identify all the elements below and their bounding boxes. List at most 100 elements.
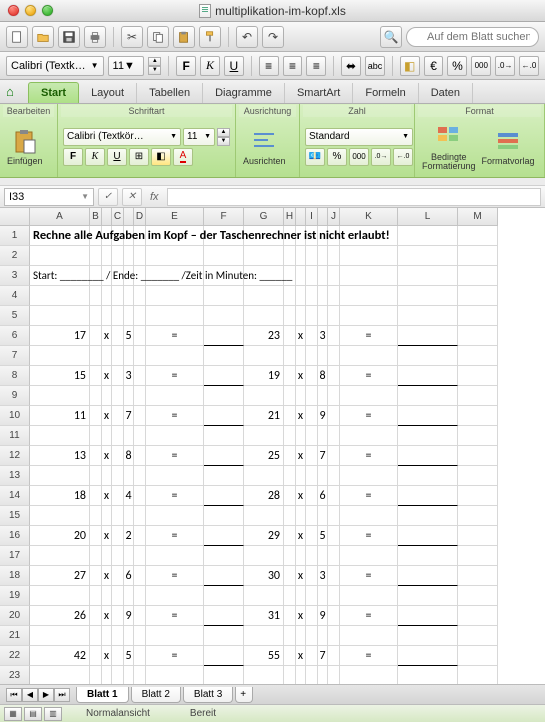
cell[interactable]	[318, 346, 328, 366]
cell[interactable]: 26	[30, 606, 90, 626]
tab-layout[interactable]: Layout	[79, 83, 137, 103]
cell[interactable]	[90, 466, 102, 486]
cell[interactable]	[134, 526, 146, 546]
col-header[interactable]: L	[398, 208, 458, 226]
cell[interactable]	[124, 586, 134, 606]
col-header[interactable]	[296, 208, 306, 226]
cell[interactable]	[328, 606, 340, 626]
cell[interactable]	[90, 606, 102, 626]
cell[interactable]	[284, 566, 296, 586]
cell[interactable]: =	[146, 606, 204, 626]
cell[interactable]	[204, 606, 244, 626]
cell[interactable]	[134, 566, 146, 586]
cell[interactable]	[398, 606, 458, 626]
cell[interactable]	[284, 526, 296, 546]
cell[interactable]	[296, 426, 306, 446]
cell[interactable]	[244, 506, 284, 526]
cell[interactable]	[458, 646, 498, 666]
col-header[interactable]: M	[458, 208, 498, 226]
cell[interactable]	[124, 346, 134, 366]
cell[interactable]	[112, 386, 124, 406]
row-header[interactable]: 12	[0, 446, 30, 466]
cell[interactable]	[90, 506, 102, 526]
cell[interactable]	[458, 446, 498, 466]
cell[interactable]	[134, 666, 146, 686]
cell[interactable]	[30, 306, 90, 326]
cell[interactable]: 9	[318, 406, 328, 426]
cell[interactable]: x	[296, 566, 306, 586]
cell[interactable]	[398, 246, 458, 266]
row-header[interactable]: 5	[0, 306, 30, 326]
cell[interactable]	[112, 246, 124, 266]
cell[interactable]	[244, 346, 284, 366]
cell[interactable]	[458, 306, 498, 326]
cell[interactable]	[398, 646, 458, 666]
cell[interactable]: x	[102, 326, 112, 346]
cell[interactable]	[244, 306, 284, 326]
cell[interactable]: =	[146, 486, 204, 506]
cell[interactable]: Start: ________ / Ende: _______ /Zeit in…	[30, 266, 90, 286]
nav-prev[interactable]: ◀	[22, 688, 38, 702]
cell[interactable]: 2	[124, 526, 134, 546]
cell[interactable]	[112, 666, 124, 686]
cell[interactable]	[284, 506, 296, 526]
cell[interactable]	[134, 646, 146, 666]
cell[interactable]	[90, 626, 102, 646]
row-header[interactable]: 11	[0, 426, 30, 446]
cell[interactable]	[134, 446, 146, 466]
cell[interactable]	[328, 486, 340, 506]
cell[interactable]: =	[340, 646, 398, 666]
cell[interactable]: 21	[244, 406, 284, 426]
row-header[interactable]: 16	[0, 526, 30, 546]
formula-input[interactable]	[167, 188, 541, 206]
cell[interactable]	[328, 266, 340, 286]
cell[interactable]	[296, 346, 306, 366]
row-header[interactable]: 14	[0, 486, 30, 506]
cell[interactable]	[398, 666, 458, 686]
align-right-button[interactable]: ≡	[306, 56, 326, 76]
cell[interactable]	[296, 306, 306, 326]
cell[interactable]	[296, 386, 306, 406]
cell[interactable]	[398, 626, 458, 646]
cell[interactable]	[296, 466, 306, 486]
cell[interactable]	[30, 666, 90, 686]
cell[interactable]	[204, 286, 244, 306]
fx-icon[interactable]: fx	[146, 191, 163, 203]
italic-button[interactable]: K	[200, 56, 220, 76]
cell[interactable]	[134, 506, 146, 526]
number-format-combo[interactable]: Standard▼	[305, 128, 413, 146]
cell[interactable]	[124, 666, 134, 686]
col-header[interactable]: F	[204, 208, 244, 226]
cell[interactable]	[306, 526, 318, 546]
thousands-button[interactable]: 000	[471, 56, 491, 76]
ribbon-bold[interactable]: F	[63, 148, 83, 166]
cell[interactable]	[318, 586, 328, 606]
cell[interactable]	[102, 546, 112, 566]
cell[interactable]	[134, 466, 146, 486]
cell[interactable]	[306, 386, 318, 406]
cell[interactable]: 27	[30, 566, 90, 586]
cell[interactable]	[328, 506, 340, 526]
cell[interactable]: x	[296, 486, 306, 506]
cell[interactable]	[284, 286, 296, 306]
cell[interactable]	[112, 526, 124, 546]
cell[interactable]	[124, 286, 134, 306]
align-big-button[interactable]: Ausrichten	[241, 125, 288, 168]
cell[interactable]	[398, 266, 458, 286]
cell[interactable]: 30	[244, 566, 284, 586]
cell[interactable]	[204, 446, 244, 466]
cell[interactable]	[340, 286, 398, 306]
cell[interactable]	[244, 466, 284, 486]
cell[interactable]	[90, 586, 102, 606]
cell[interactable]: 3	[318, 566, 328, 586]
cell[interactable]	[296, 266, 306, 286]
cell[interactable]	[398, 346, 458, 366]
cell[interactable]	[306, 566, 318, 586]
cell[interactable]	[340, 246, 398, 266]
ribbon-font-color[interactable]: A	[173, 148, 193, 166]
cell[interactable]	[306, 546, 318, 566]
ribbon-font-combo[interactable]: Calibri (Textkör…▼	[63, 128, 181, 146]
cell[interactable]	[112, 426, 124, 446]
cell[interactable]	[112, 366, 124, 386]
tab-diagramme[interactable]: Diagramme	[203, 83, 285, 103]
